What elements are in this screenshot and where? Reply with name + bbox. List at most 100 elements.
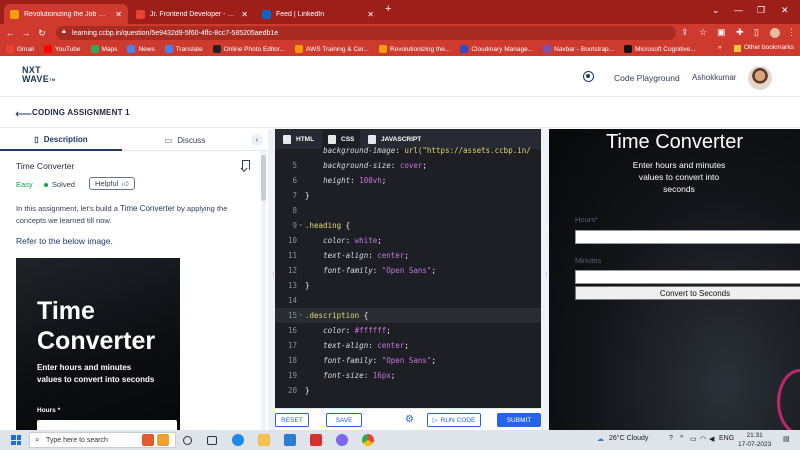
- back-icon[interactable]: ←: [2, 28, 18, 38]
- minutes-input[interactable]: [575, 270, 800, 284]
- code-line[interactable]: 10 color: white;: [275, 233, 541, 248]
- wifi-icon[interactable]: ◠: [700, 435, 706, 443]
- hours-input[interactable]: [575, 230, 800, 244]
- code-line[interactable]: 20}: [275, 383, 541, 398]
- bookmark-bootstrap[interactable]: Navbar - Bootstrap...: [543, 45, 614, 53]
- bookmark-maps[interactable]: Maps: [90, 45, 117, 53]
- widgets-icon[interactable]: [142, 434, 154, 446]
- bookmark-cloudinary[interactable]: Cloudinary Manage...: [460, 45, 533, 53]
- star-icon[interactable]: ☆: [699, 27, 707, 38]
- notification-icon[interactable]: ▤: [783, 435, 790, 443]
- bookmark-aws[interactable]: AWS Training & Cer...: [295, 45, 369, 53]
- pdf-icon[interactable]: [310, 434, 322, 446]
- code-line[interactable]: 8: [275, 203, 541, 218]
- back-arrow-icon[interactable]: ⟵: [15, 107, 32, 121]
- app-icon[interactable]: [336, 434, 348, 446]
- run-code-button[interactable]: ▷ RUN CODE: [427, 413, 481, 427]
- username[interactable]: Ashokkumar: [692, 73, 736, 82]
- code-playground-link[interactable]: Code Playground: [614, 73, 680, 83]
- task-view-icon[interactable]: [207, 436, 217, 445]
- panel-scrollbar[interactable]: [261, 151, 266, 430]
- bookmark-label: Navbar - Bootstrap...: [554, 45, 615, 53]
- code-line[interactable]: 7}: [275, 188, 541, 203]
- fold-arrow-icon[interactable]: ▾: [299, 308, 303, 323]
- chrome-icon[interactable]: [362, 434, 374, 446]
- help-icon[interactable]: ?: [669, 435, 673, 442]
- minimize-icon[interactable]: —: [734, 5, 743, 15]
- reset-button[interactable]: RESET: [275, 413, 309, 427]
- code-line[interactable]: 13}: [275, 278, 541, 293]
- line-number: 19: [287, 371, 297, 380]
- right-splitter[interactable]: ⋮: [541, 129, 550, 430]
- menu-icon[interactable]: ⋮: [787, 27, 796, 38]
- browser-tab-3[interactable]: Feed | LinkedIn ✕: [256, 4, 380, 24]
- reload-icon[interactable]: ↻: [34, 28, 50, 39]
- code-line[interactable]: 15 ▾ .description {: [275, 308, 541, 323]
- code-line[interactable]: background-image: url("https://assets.cc…: [275, 143, 541, 158]
- cortana-icon[interactable]: [183, 436, 192, 445]
- convert-button[interactable]: Convert to Seconds: [575, 286, 800, 300]
- code-line[interactable]: 14: [275, 293, 541, 308]
- left-splitter[interactable]: ⋮: [268, 129, 277, 430]
- code-line[interactable]: 9 ▾ .heading {: [275, 218, 541, 233]
- fold-arrow-icon[interactable]: ▾: [299, 218, 303, 233]
- tab-discuss[interactable]: ▭ Discuss: [124, 129, 246, 151]
- code-line[interactable]: 6 height: 100vh;: [275, 173, 541, 188]
- mail-icon[interactable]: [284, 434, 296, 446]
- widgets-icon[interactable]: [157, 434, 169, 446]
- bookmark-label: Revolutionizing the...: [389, 45, 451, 53]
- save-button[interactable]: SAVE: [326, 413, 362, 427]
- code-line[interactable]: 5 background-size: cover;: [275, 158, 541, 173]
- streak-icon[interactable]: [583, 71, 594, 82]
- profile-avatar-icon[interactable]: [770, 28, 780, 38]
- submit-button[interactable]: SUBMIT: [497, 413, 541, 427]
- code-line[interactable]: 17 text-align: center;: [275, 338, 541, 353]
- address-bar[interactable]: 🔒︎ learning.ccbp.in/question/5e9432d9-5f…: [56, 26, 676, 40]
- new-tab-button[interactable]: +: [385, 3, 391, 15]
- extension-icon[interactable]: ▣: [717, 27, 726, 38]
- browser-tab-2[interactable]: Jr. Frontend Developer - HowNo ✕: [130, 4, 254, 24]
- weather-text[interactable]: 26°C Cloudy: [609, 435, 648, 442]
- code-line[interactable]: 11 text-align: center;: [275, 248, 541, 263]
- tab-description[interactable]: ▯ Description: [0, 129, 122, 151]
- close-icon[interactable]: ✕: [367, 10, 374, 19]
- bookmark-revolutionizing[interactable]: Revolutionizing the...: [378, 45, 451, 53]
- bookmark-photo-editor[interactable]: Online Photo Editor...: [212, 45, 285, 53]
- file-explorer-icon[interactable]: [258, 434, 270, 446]
- bookmark-microsoft[interactable]: Microsoft Cognitive...: [624, 45, 696, 53]
- bookmark-youtube[interactable]: YouTube: [43, 45, 81, 53]
- other-bookmarks[interactable]: Other bookmarks: [744, 44, 794, 51]
- language-indicator[interactable]: ENG: [719, 435, 734, 442]
- bookmarks-overflow-button[interactable]: »: [718, 44, 722, 51]
- volume-icon[interactable]: ◀: [709, 435, 714, 443]
- bookmark-translate[interactable]: Translate: [164, 45, 203, 53]
- code-line[interactable]: 18 font-family: "Open Sans";: [275, 353, 541, 368]
- tray-chevron-icon[interactable]: ^: [680, 435, 683, 442]
- tab-search-icon[interactable]: ⌄: [712, 5, 720, 16]
- bookmark-icon[interactable]: [242, 160, 250, 170]
- close-window-icon[interactable]: ✕: [781, 5, 789, 16]
- windows-start-icon[interactable]: [11, 435, 21, 445]
- close-icon[interactable]: ✕: [241, 10, 248, 19]
- collapse-panel-button[interactable]: ‹: [251, 134, 263, 146]
- sidepanel-icon[interactable]: ▯: [754, 27, 759, 38]
- bookmark-gmail[interactable]: Gmail: [6, 45, 34, 53]
- system-clock[interactable]: 21:31 17-07-2023: [738, 431, 771, 449]
- share-icon[interactable]: ⇪: [681, 27, 689, 38]
- settings-gear-icon[interactable]: ⚙: [405, 414, 414, 425]
- browser-tab-1[interactable]: Revolutionizing the Job Market | ✕: [4, 4, 128, 24]
- battery-icon[interactable]: ▭: [690, 435, 697, 443]
- edge-icon[interactable]: [232, 434, 244, 446]
- maximize-icon[interactable]: ❐: [757, 5, 765, 16]
- scrollbar-thumb[interactable]: [261, 155, 266, 201]
- code-line[interactable]: 12 font-family: "Open Sans";: [275, 263, 541, 278]
- code-line[interactable]: 19 font-size: 16px;: [275, 368, 541, 383]
- forward-icon[interactable]: →: [18, 28, 34, 38]
- code-line[interactable]: 16 color: #ffffff;: [275, 323, 541, 338]
- puzzle-icon[interactable]: ✚: [736, 27, 744, 38]
- close-icon[interactable]: ✕: [115, 10, 122, 19]
- bookmark-news[interactable]: News: [127, 45, 155, 53]
- nxtwave-logo[interactable]: NXT WAVETM: [22, 66, 55, 84]
- helpful-button[interactable]: Helpful 👍︎: [89, 177, 135, 190]
- avatar[interactable]: [748, 66, 772, 90]
